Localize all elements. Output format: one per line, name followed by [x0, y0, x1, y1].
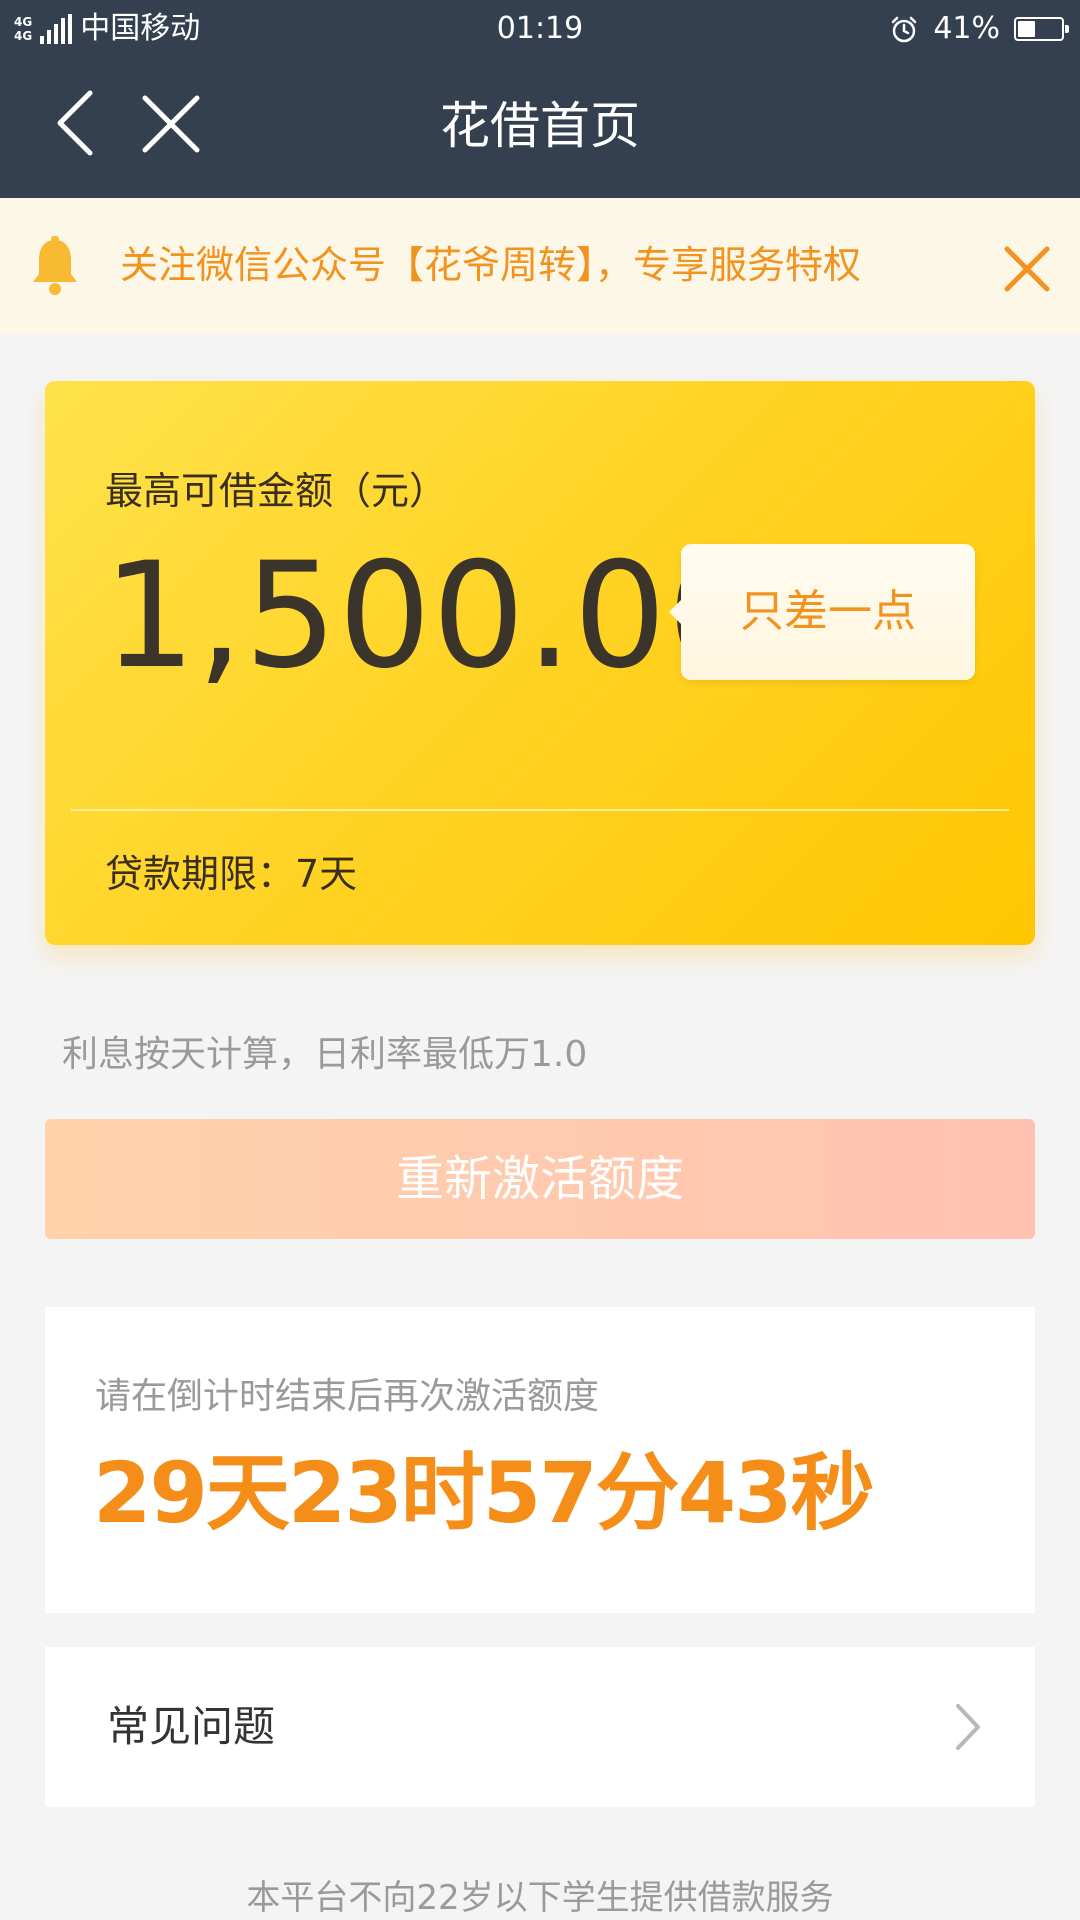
credit-limit-card: 最高可借金额（元） 1,500.00 只差一点 贷款期限：7天	[45, 381, 1035, 945]
chevron-right-icon	[956, 1704, 980, 1750]
status-bar: 4G 4G 中国移动 01:19 41%	[0, 0, 1080, 58]
notice-banner: 关注微信公众号【花爷周转】，专享服务特权	[0, 198, 1080, 334]
notice-text: 关注微信公众号【花爷周转】，专享服务特权	[120, 243, 862, 287]
status-tooltip: 只差一点	[669, 544, 975, 680]
credit-limit-label: 最高可借金额（元）	[105, 469, 448, 513]
nav-bar: 花借首页	[0, 58, 1080, 198]
notice-close-icon[interactable]	[1002, 244, 1052, 294]
faq-row[interactable]: 常见问题	[45, 1647, 1035, 1807]
loan-term: 贷款期限：7天	[105, 852, 358, 896]
interest-note: 利息按天计算，日利率最低万1.0	[62, 1034, 588, 1075]
credit-limit-amount: 1,500.00	[103, 531, 762, 701]
countdown-value: 29天23时57分43秒	[93, 1444, 875, 1542]
status-right: 41%	[889, 10, 1069, 48]
battery-icon	[1014, 17, 1069, 41]
page-title: 花借首页	[440, 97, 640, 155]
alarm-icon	[892, 16, 917, 43]
battery-level	[1018, 21, 1035, 37]
bell-icon	[33, 236, 77, 295]
reactivate-limit-button[interactable]: 重新激活额度	[45, 1119, 1035, 1239]
countdown-panel: 请在倒计时结束后再次激活额度 29天23时57分43秒	[45, 1307, 1035, 1613]
faq-label: 常见问题	[107, 1702, 276, 1751]
card-divider	[71, 809, 1009, 811]
countdown-label: 请在倒计时结束后再次激活额度	[95, 1376, 600, 1417]
battery-percent: 41%	[933, 11, 1000, 46]
footer-note: 本平台不向22岁以下学生提供借款服务	[246, 1878, 834, 1918]
